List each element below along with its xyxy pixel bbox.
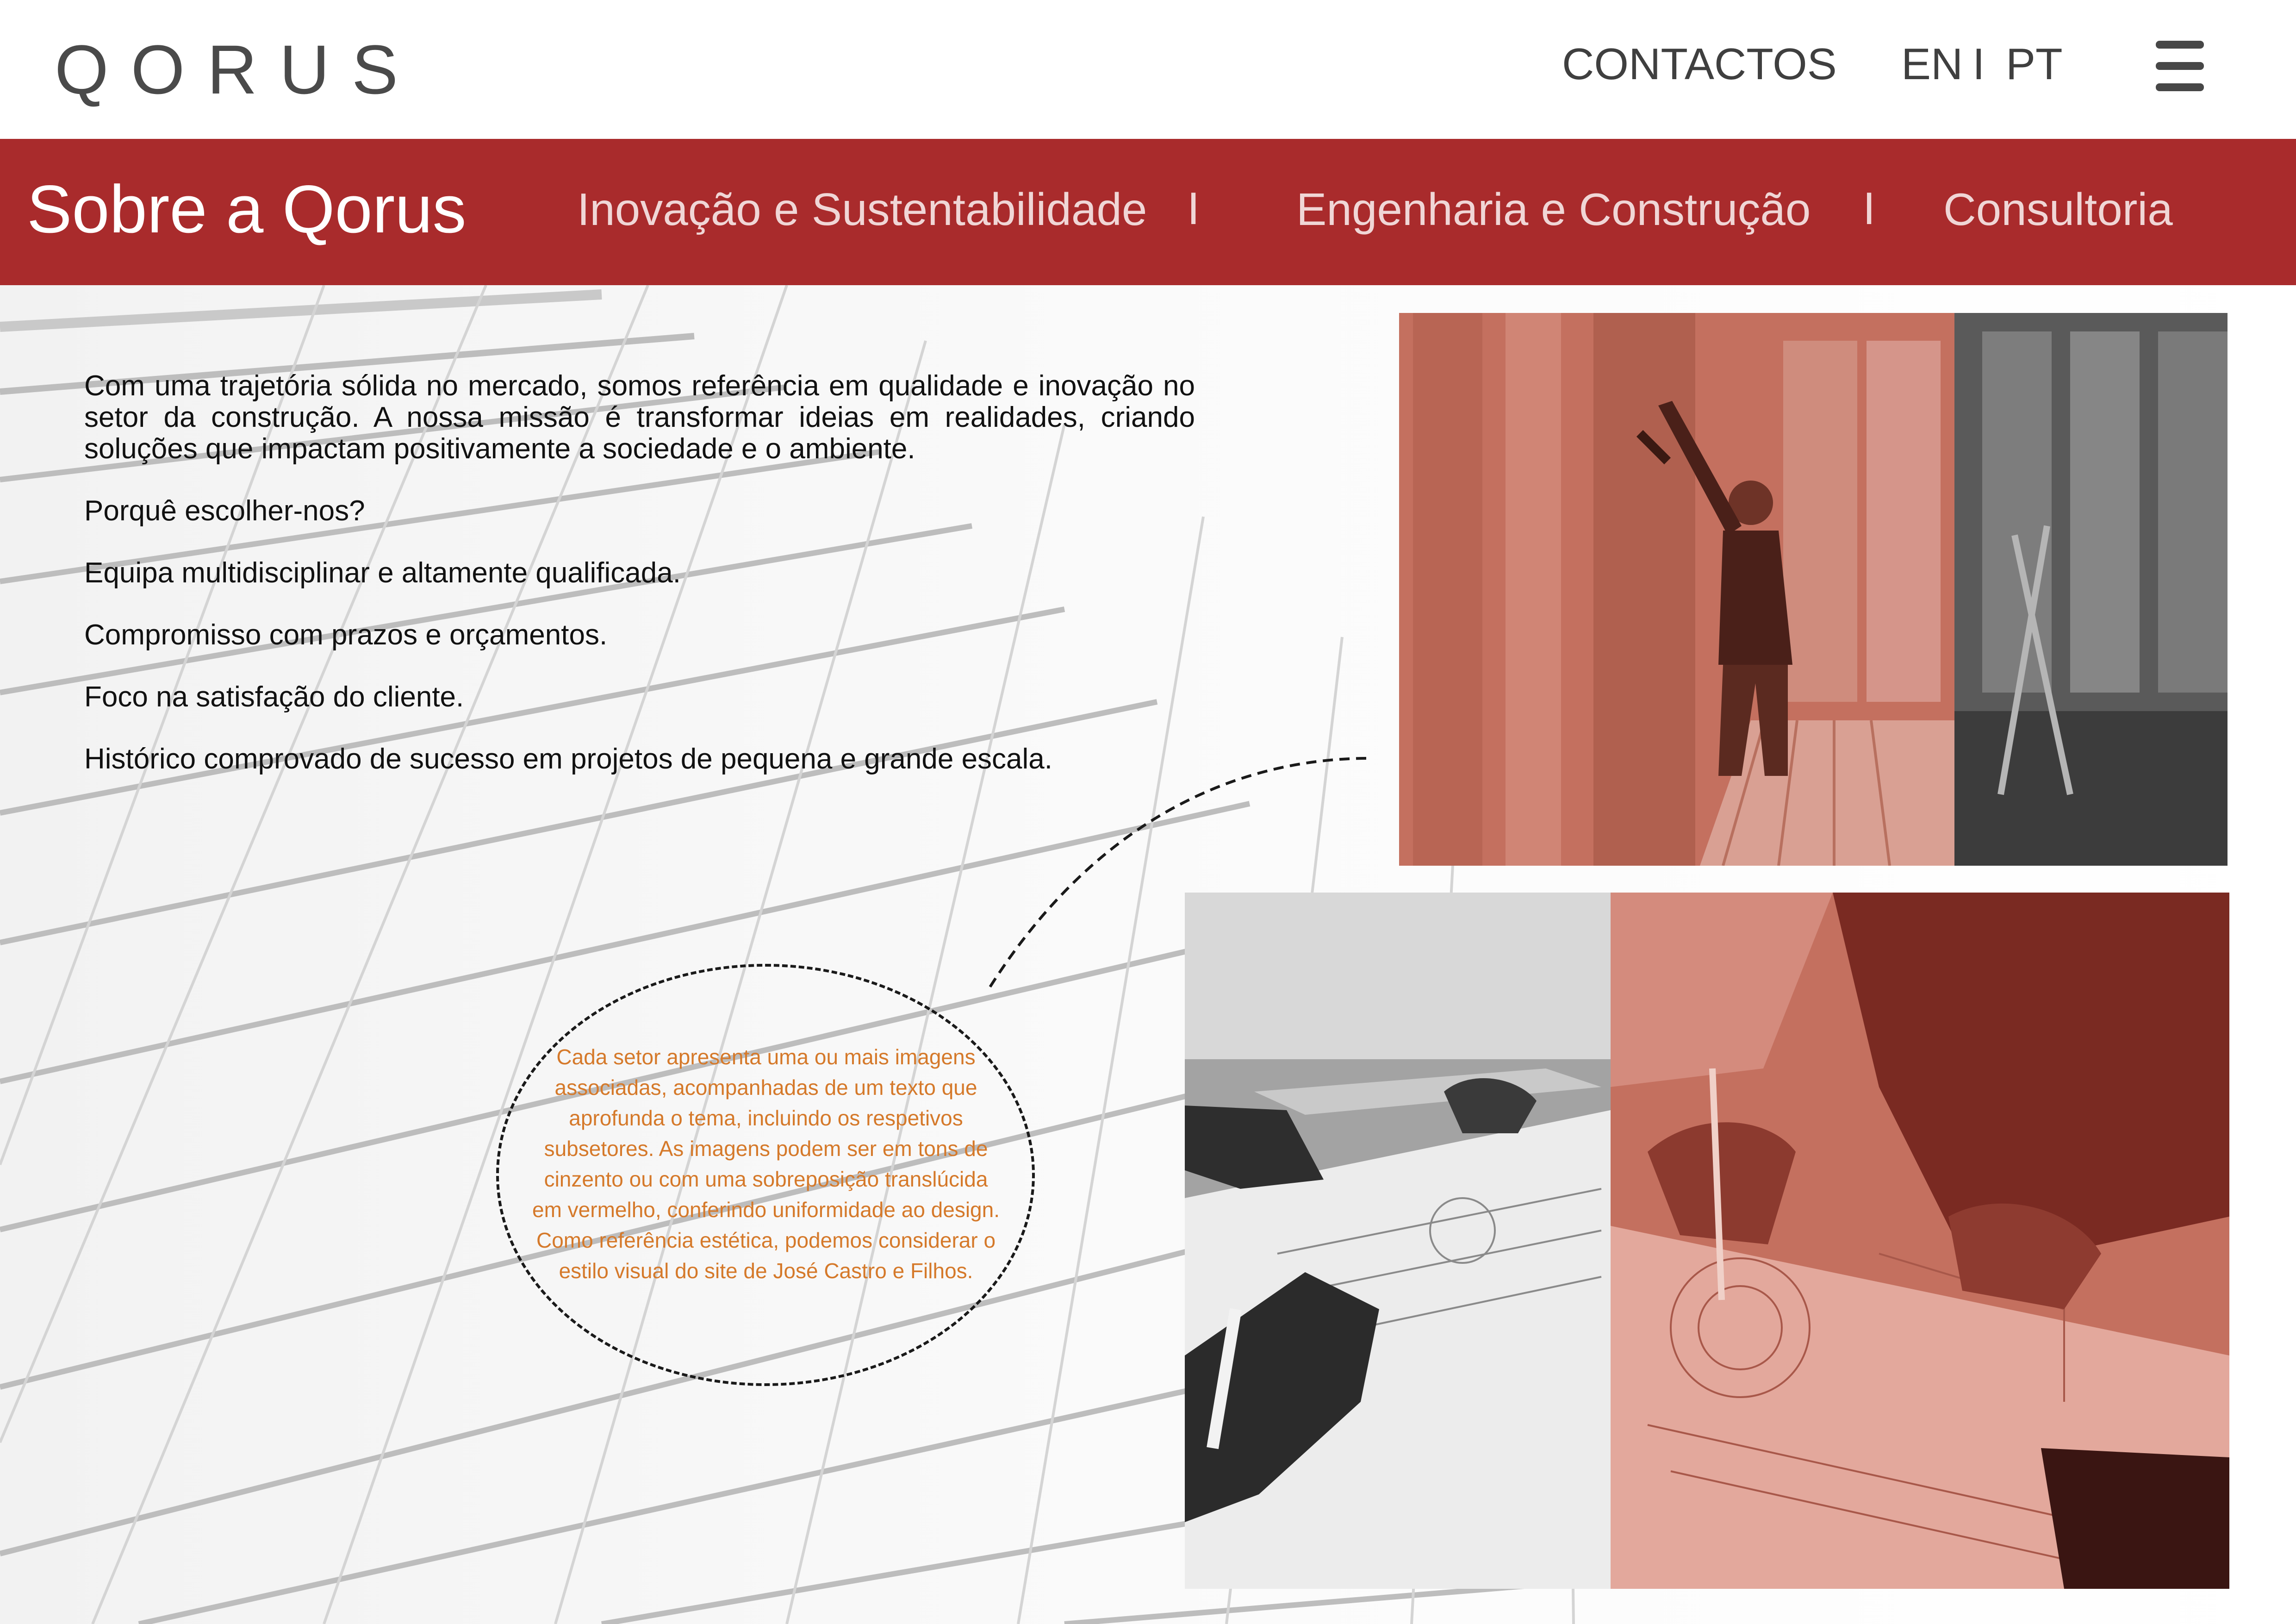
menu-bar [2156, 41, 2204, 49]
page-title: Sobre a Qorus [27, 171, 467, 247]
nav-inovacao-sustentabilidade[interactable]: Inovação e Sustentabilidade [577, 181, 1147, 237]
nav-engenharia-construcao[interactable]: Engenharia e Construção [1296, 181, 1811, 237]
list-item: Compromisso com prazos e orçamentos. [84, 619, 608, 651]
intro-paragraph: Com uma trajetória sólida no mercado, so… [84, 370, 1195, 465]
list-item: Equipa multidisciplinar e altamente qual… [84, 557, 681, 589]
nav-separator: I [1863, 183, 1876, 234]
annotation-connector-line [986, 757, 1367, 992]
contactos-link[interactable]: CONTACTOS [1562, 39, 1837, 90]
construction-worker-photo [1399, 313, 2228, 866]
about-text: Com uma trajetória sólida no mercado, so… [84, 370, 1195, 806]
annotation-text: Cada setor apresenta uma ou mais imagens… [532, 1045, 1000, 1283]
why-heading: Porquê escolher-nos? [84, 495, 365, 527]
section-nav: Sobre a Qorus Inovação e Sustentabilidad… [0, 139, 2296, 285]
hamburger-menu-icon[interactable] [2156, 41, 2204, 92]
menu-bar [2156, 62, 2204, 70]
language-pt-link[interactable]: PT [2006, 39, 2063, 90]
language-separator: I [1972, 39, 1985, 89]
nav-consultoria[interactable]: Consultoria [1943, 181, 2173, 237]
menu-bar [2156, 83, 2204, 91]
top-header: QORUS CONTACTOS EN I PT [0, 0, 2296, 139]
nav-separator: I [1187, 183, 1200, 234]
language-en-link[interactable]: EN [1901, 39, 1963, 90]
list-item: Foco na satisfação do cliente. [84, 681, 464, 713]
qorus-logo[interactable]: QORUS [55, 32, 420, 106]
